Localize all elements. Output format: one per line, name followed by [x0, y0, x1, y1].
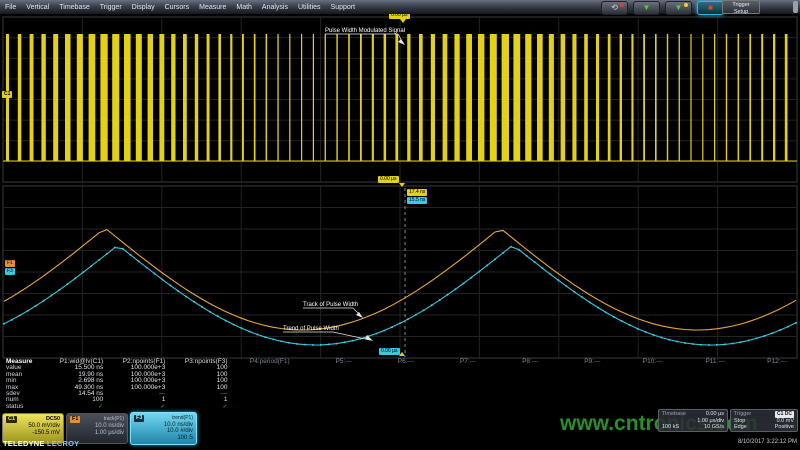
- f3-function: trend(P1): [172, 415, 193, 421]
- annotation-trend: Trend of Pulse Width: [283, 326, 339, 332]
- record-stop-icon-glyph: ■: [698, 2, 723, 13]
- menu-timebase[interactable]: Timebase: [54, 4, 94, 11]
- measure-P2-status: ✓: [116, 404, 178, 410]
- save-waveform-icon[interactable]: ▼: [633, 1, 660, 15]
- menu-items: FileVerticalTimebaseTriggerDisplayCursor…: [0, 4, 360, 11]
- measure-row-label-status: status: [0, 404, 54, 410]
- measure-table: MeasureP1:wid@lv(C1)P2:npoints(F1)P3:npo…: [0, 359, 800, 410]
- menu-support[interactable]: Support: [326, 4, 361, 11]
- menu-cursors[interactable]: Cursors: [160, 4, 195, 11]
- f1-function: track(P1): [104, 416, 124, 422]
- teledyne-lecroy-logo: TELEDYNE LECROY: [3, 439, 79, 448]
- c1-volts-per-div: 50.0 mV/div: [6, 423, 60, 430]
- f3-channel-marker[interactable]: F3: [5, 268, 15, 275]
- toolbar-icons: ⟲ ▼ ▼ ■: [601, 1, 724, 15]
- recall-waveform-icon[interactable]: ▼: [665, 1, 692, 15]
- f3-cursor-readout[interactable]: 15.5 ns: [407, 197, 427, 204]
- c1-coupling: DC50: [46, 416, 60, 422]
- trigger-type: Edge: [734, 424, 747, 431]
- trigger-slope: Positive: [775, 424, 794, 431]
- f1-label: F1: [70, 416, 80, 423]
- scrollbar-handle[interactable]: [793, 1, 798, 13]
- measure-P3-status: ✓: [178, 404, 240, 410]
- trigger-position-marker-mid[interactable]: 0.00 μs: [378, 176, 399, 183]
- c1-channel-marker[interactable]: C1: [2, 91, 12, 98]
- measure-P1-status: ✓: [54, 404, 116, 410]
- f3-label: F3: [134, 415, 144, 422]
- f3-descriptor-box[interactable]: F3 trend(P1) 10.0 ns/div 10.0 #/div 100 …: [130, 412, 197, 445]
- datetime-display: 8/10/2017 3:22:12 PM: [738, 439, 797, 445]
- measure-P6-status: [365, 404, 427, 410]
- menu-display[interactable]: Display: [127, 4, 160, 11]
- trigger-triangle-mid[interactable]: [399, 183, 405, 187]
- trigger-setup-label-2: Setup: [723, 9, 759, 16]
- timebase-box[interactable]: Timebase 0.00 μs 1.00 μs/div 100 kS 10 G…: [658, 409, 728, 432]
- trigger-box[interactable]: Trigger C1 DC Stop 0.0 mV Edge Positive: [730, 409, 798, 432]
- oscilloscope-screen: FileVerticalTimebaseTriggerDisplayCursor…: [0, 0, 800, 450]
- measure-P4-status: [241, 404, 303, 410]
- f1-cursor-readout[interactable]: 17.4 ns: [407, 189, 427, 196]
- c1-label: C1: [6, 416, 17, 423]
- timebase-label: Timebase: [662, 411, 686, 418]
- c1-offset: -150.5 mV: [6, 430, 60, 437]
- menu-measure[interactable]: Measure: [194, 4, 231, 11]
- menu-utilities[interactable]: Utilities: [293, 4, 326, 11]
- save-waveform-icon-glyph: ▼: [634, 2, 659, 13]
- timebase-rate: 10 GS/s: [704, 424, 724, 431]
- menu-trigger[interactable]: Trigger: [95, 4, 127, 11]
- measure-P7-status: [427, 404, 489, 410]
- annotation-pwm-signal: Pulse Width Modulated Signal: [325, 28, 405, 34]
- measure-P5-status: [303, 404, 365, 410]
- menu-math[interactable]: Math: [231, 4, 257, 11]
- logo-sub: LECROY: [47, 439, 79, 448]
- cursor-time-readout[interactable]: 0.06 μs: [379, 348, 400, 355]
- f1-channel-marker[interactable]: F1: [5, 260, 15, 267]
- annotation-track: Track of Pulse Width: [303, 302, 358, 308]
- record-stop-icon[interactable]: ■: [697, 1, 724, 15]
- measure-P8-status: [489, 404, 551, 410]
- f1-vertical-scale: 10.0 ns/div: [70, 423, 124, 430]
- menu-file[interactable]: File: [0, 4, 21, 11]
- f3-sample-count: 100 S: [134, 435, 193, 441]
- f1-horizontal-scale: 1.00 μs/div: [70, 430, 124, 437]
- trigger-triangle-top[interactable]: [400, 19, 406, 23]
- trigger-triangle-bottom[interactable]: [399, 352, 405, 356]
- trigger-setup-button[interactable]: Trigger Setup: [722, 0, 760, 14]
- logo-brand: TELEDYNE: [3, 439, 45, 448]
- menu-vertical[interactable]: Vertical: [21, 4, 54, 11]
- undo-setup-icon[interactable]: ⟲: [601, 1, 628, 15]
- measure-P9-status: [551, 404, 613, 410]
- timebase-samples: 100 kS: [662, 424, 679, 431]
- menu-analysis[interactable]: Analysis: [257, 4, 293, 11]
